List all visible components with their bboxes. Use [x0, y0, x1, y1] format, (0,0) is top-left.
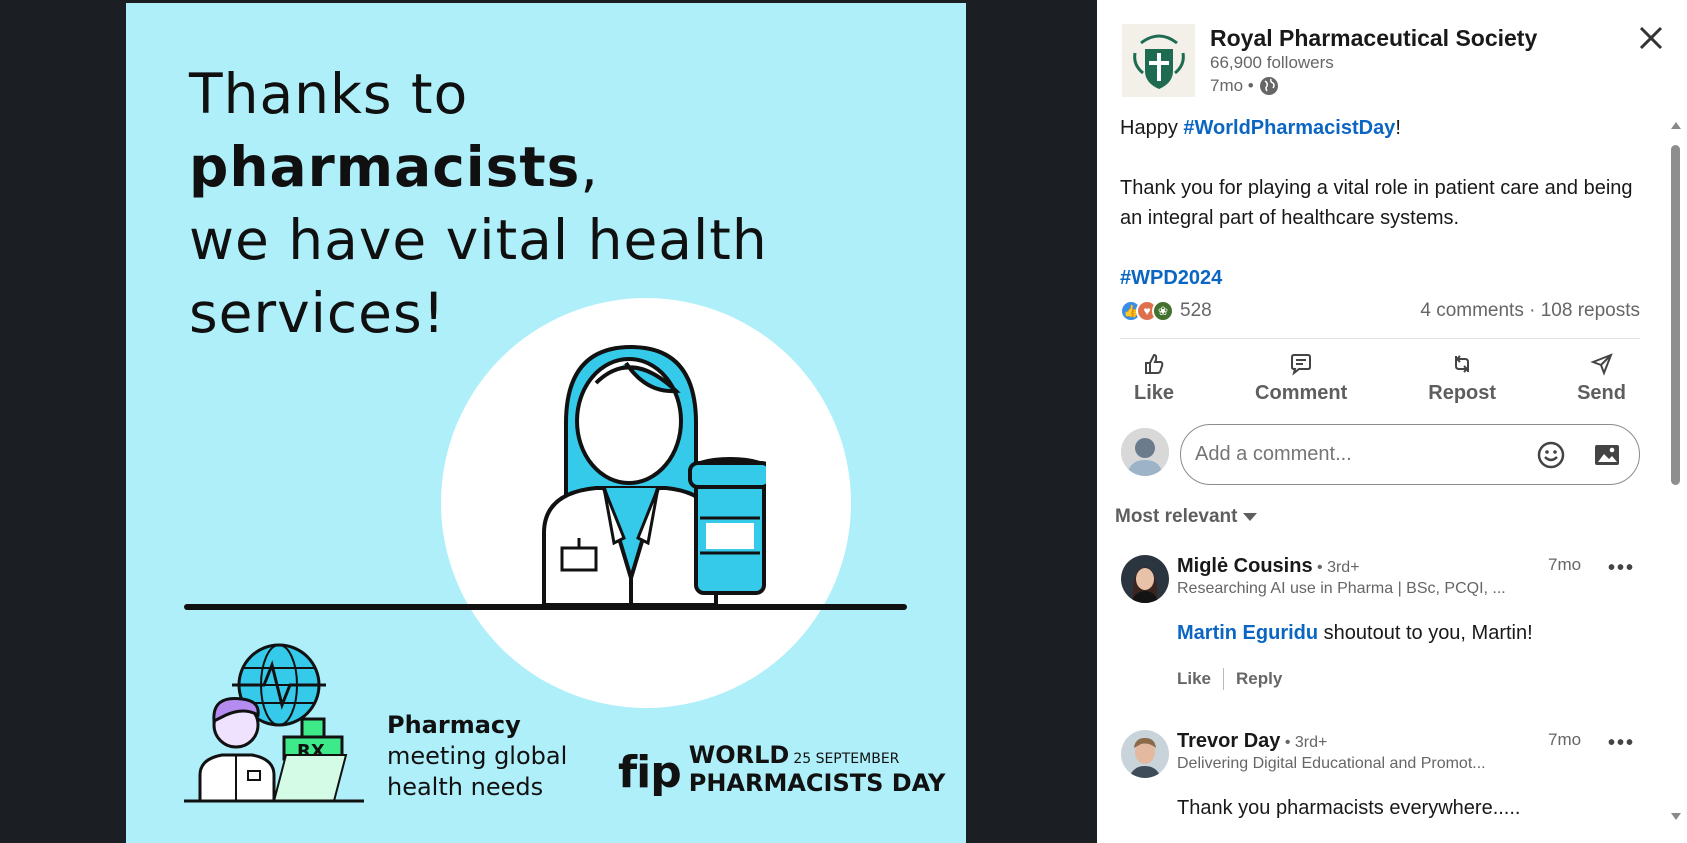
post-image[interactable]: Thanks to pharmacists, we have vital hea…: [126, 3, 966, 843]
pharmacist-illustration: [542, 344, 766, 605]
like-button[interactable]: Like: [1120, 348, 1188, 409]
close-icon: [1639, 26, 1663, 50]
user-avatar-icon: [1121, 428, 1169, 476]
comment-text: Thank you pharmacists everywhere.....: [1177, 797, 1521, 819]
commenter-name[interactable]: Trevor Day • 3rd+: [1177, 730, 1327, 753]
scroll-up-arrow[interactable]: [1671, 122, 1681, 129]
image-viewer: Thanks to pharmacists, we have vital hea…: [0, 0, 1097, 843]
org-name[interactable]: Royal Pharmaceutical Society: [1210, 25, 1537, 52]
tagline-line3: health needs: [387, 773, 544, 801]
follower-count: 66,900 followers: [1210, 53, 1334, 72]
social-counts: 👍 ♥ ❀ 528 4 comments · 108 reposts: [1120, 300, 1640, 322]
commenter-avatar[interactable]: [1121, 555, 1169, 603]
comment-icon: [1291, 354, 1312, 376]
tagline-line2: meeting global: [387, 742, 568, 770]
post-body: Happy #WorldPharmacistDay! Thank you for…: [1120, 113, 1650, 323]
hashtag-wpd2024[interactable]: #WPD2024: [1120, 267, 1222, 289]
separator: [1223, 668, 1225, 690]
headline-line3: we have vital health: [189, 208, 768, 272]
commenter-avatar[interactable]: [1121, 730, 1169, 778]
post-message: Thank you for playing a vital role in pa…: [1120, 177, 1633, 229]
image-icon: [1595, 444, 1619, 465]
action-bar: Like Comment Repost Send: [1120, 348, 1640, 409]
avatar-photo: [1121, 730, 1169, 778]
fip-logo: fip WORLD 25 SEPTEMBER PHARMACISTS DAY: [618, 743, 945, 795]
scroll-down-arrow[interactable]: [1671, 813, 1681, 820]
commenter-headline: Researching AI use in Pharma | BSc, PCQI…: [1177, 580, 1506, 597]
post-details-panel: Royal Pharmaceutical Society 66,900 foll…: [1097, 0, 1687, 843]
comment-composer[interactable]: [1180, 424, 1640, 485]
headline-bold: pharmacists: [189, 135, 581, 199]
caret-down-icon: [1243, 513, 1258, 521]
post-meta: 7mo •: [1210, 76, 1279, 96]
repost-icon: [1455, 355, 1470, 373]
support-reaction-icon: ❀: [1152, 300, 1174, 322]
comment-button[interactable]: Comment: [1241, 348, 1361, 409]
more-options-icon[interactable]: •••: [1608, 557, 1635, 580]
more-options-icon[interactable]: •••: [1608, 732, 1635, 755]
comment-reply-button[interactable]: Reply: [1236, 669, 1282, 689]
send-button[interactable]: Send: [1563, 348, 1640, 409]
send-icon: [1589, 353, 1613, 376]
comment-time: 7mo: [1548, 730, 1582, 749]
scroll-thumb[interactable]: [1671, 145, 1680, 485]
emoji-icon: [1537, 441, 1565, 468]
hashtag-worldpharmacistday[interactable]: #WorldPharmacistDay: [1183, 117, 1395, 139]
headline-line1: Thanks to: [189, 62, 469, 126]
comment-input[interactable]: [1195, 443, 1513, 466]
tagline-bold: Pharmacy: [387, 711, 521, 739]
org-logo[interactable]: [1122, 24, 1195, 97]
close-button[interactable]: [1635, 22, 1667, 54]
reactions[interactable]: 👍 ♥ ❀ 528: [1120, 300, 1212, 322]
connection-degree: • 3rd+: [1312, 559, 1360, 576]
mention-link[interactable]: Martin Eguridu: [1177, 622, 1318, 644]
image-button[interactable]: [1589, 437, 1625, 473]
commenter-headline: Delivering Digital Educational and Promo…: [1177, 755, 1486, 772]
counter-line: [184, 604, 907, 610]
pharmacist-globe-illustration: RX: [184, 643, 364, 803]
wpd-pharmacists-day: PHARMACISTS DAY: [688, 769, 946, 797]
repost-button[interactable]: Repost: [1414, 348, 1510, 409]
commenter-name[interactable]: Miglė Cousins • 3rd+: [1177, 555, 1360, 578]
thumbs-up-icon: [1145, 353, 1164, 374]
reaction-count: 528: [1180, 300, 1212, 321]
post-age: 7mo •: [1210, 76, 1254, 95]
headline-comma: ,: [580, 135, 599, 199]
comment-actions: Like Reply: [1177, 668, 1282, 690]
divider: [1120, 338, 1640, 339]
comment-time: 7mo: [1548, 555, 1582, 574]
crest-icon: [1132, 34, 1185, 89]
comments-reposts-count[interactable]: 4 comments · 108 reposts: [1420, 300, 1640, 322]
comment-like-button[interactable]: Like: [1177, 669, 1211, 689]
fip-wordmark: fip: [618, 747, 682, 798]
sort-dropdown[interactable]: Most relevant: [1115, 506, 1258, 528]
wpd-date: 25 SEPTEMBER: [793, 751, 900, 767]
globe-icon: [1259, 77, 1278, 95]
my-avatar[interactable]: [1121, 428, 1169, 476]
scrollbar[interactable]: [1668, 120, 1682, 843]
comment-text: Martin Eguridu shoutout to you, Martin!: [1177, 622, 1533, 644]
wpd-text: WORLD 25 SEPTEMBER PHARMACISTS DAY: [689, 743, 946, 795]
emoji-button[interactable]: [1533, 437, 1569, 473]
connection-degree: • 3rd+: [1280, 734, 1328, 751]
poster-tagline: Pharmacy meeting global health needs: [387, 710, 567, 803]
wpd-world: WORLD: [688, 741, 790, 769]
avatar-photo: [1121, 555, 1169, 603]
